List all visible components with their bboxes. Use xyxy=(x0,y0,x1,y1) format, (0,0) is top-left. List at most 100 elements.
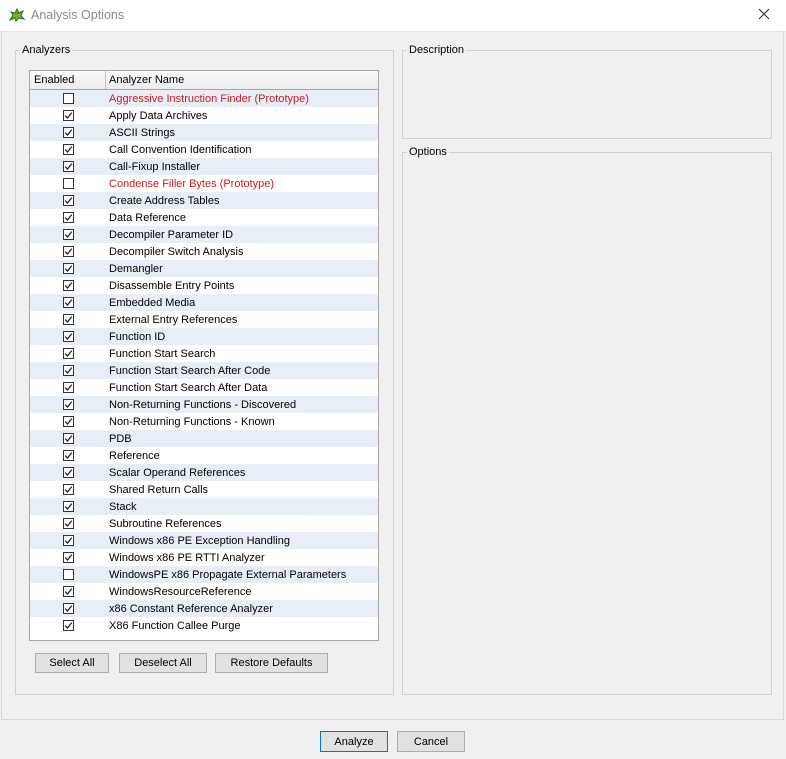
analyzer-name-column-header[interactable]: Analyzer Name xyxy=(106,71,378,89)
table-row[interactable]: ASCII Strings xyxy=(30,124,378,141)
table-row[interactable]: Function Start Search xyxy=(30,345,378,362)
table-row[interactable]: Subroutine References xyxy=(30,515,378,532)
enabled-checkbox[interactable] xyxy=(62,314,74,325)
close-button[interactable] xyxy=(742,0,786,31)
table-row[interactable]: WindowsResourceReference xyxy=(30,583,378,600)
analyzers-table: Enabled Analyzer Name Aggressive Instruc… xyxy=(29,70,379,641)
restore-defaults-button[interactable]: Restore Defaults xyxy=(215,653,328,673)
enabled-cell xyxy=(30,569,106,580)
checkmark-icon xyxy=(64,265,72,272)
enabled-checkbox[interactable] xyxy=(62,535,74,546)
checkmark-icon xyxy=(64,248,72,255)
table-row[interactable]: Function Start Search After Code xyxy=(30,362,378,379)
deselect-all-button[interactable]: Deselect All xyxy=(119,653,207,673)
table-row[interactable]: Function Start Search After Data xyxy=(30,379,378,396)
table-row[interactable]: Call Convention Identification xyxy=(30,141,378,158)
enabled-checkbox[interactable] xyxy=(62,586,74,597)
checkmark-icon xyxy=(64,605,72,612)
enabled-checkbox[interactable] xyxy=(62,246,74,257)
table-row[interactable]: Decompiler Switch Analysis xyxy=(30,243,378,260)
enabled-checkbox[interactable] xyxy=(62,467,74,478)
enabled-checkbox[interactable] xyxy=(62,229,74,240)
table-row[interactable]: Reference xyxy=(30,447,378,464)
enabled-checkbox[interactable] xyxy=(62,161,74,172)
enabled-checkbox[interactable] xyxy=(62,212,74,223)
cancel-label: Cancel xyxy=(413,735,449,748)
enabled-column-header[interactable]: Enabled xyxy=(30,71,106,89)
enabled-checkbox[interactable] xyxy=(62,433,74,444)
enabled-checkbox[interactable] xyxy=(62,93,74,104)
analyzer-name: Demangler xyxy=(109,262,163,275)
select-all-button[interactable]: Select All xyxy=(35,653,109,673)
checkmark-icon xyxy=(64,214,72,221)
analyzer-name: Non-Returning Functions - Discovered xyxy=(109,398,297,411)
table-row[interactable]: Demangler xyxy=(30,260,378,277)
options-group: Options xyxy=(402,146,772,695)
table-row[interactable]: Non-Returning Functions - Discovered xyxy=(30,396,378,413)
analyze-button[interactable]: Analyze xyxy=(320,731,388,752)
enabled-checkbox[interactable] xyxy=(62,484,74,495)
table-row[interactable]: Function ID xyxy=(30,328,378,345)
table-row[interactable]: External Entry References xyxy=(30,311,378,328)
table-row[interactable]: X86 Function Callee Purge xyxy=(30,617,378,634)
enabled-checkbox[interactable] xyxy=(62,144,74,155)
analyzer-name: Shared Return Calls xyxy=(109,483,209,496)
enabled-checkbox[interactable] xyxy=(62,331,74,342)
enabled-cell xyxy=(30,450,106,461)
analyzer-name: Windows x86 PE Exception Handling xyxy=(109,534,290,547)
table-row[interactable]: Decompiler Parameter ID xyxy=(30,226,378,243)
cancel-button[interactable]: Cancel xyxy=(397,731,465,752)
table-row[interactable]: Non-Returning Functions - Known xyxy=(30,413,378,430)
enabled-checkbox[interactable] xyxy=(62,110,74,121)
enabled-checkbox[interactable] xyxy=(62,501,74,512)
checkmark-icon xyxy=(64,163,72,170)
enabled-checkbox[interactable] xyxy=(62,280,74,291)
table-row[interactable]: Disassemble Entry Points xyxy=(30,277,378,294)
table-row[interactable]: Windows x86 PE RTTI Analyzer xyxy=(30,549,378,566)
checkmark-icon xyxy=(64,418,72,425)
analyzer-name: Function ID xyxy=(109,330,166,343)
enabled-checkbox[interactable] xyxy=(62,195,74,206)
table-row[interactable]: Call-Fixup Installer xyxy=(30,158,378,175)
enabled-checkbox[interactable] xyxy=(62,518,74,529)
enabled-checkbox[interactable] xyxy=(62,450,74,461)
table-row[interactable]: Data Reference xyxy=(30,209,378,226)
table-row[interactable]: Create Address Tables xyxy=(30,192,378,209)
enabled-checkbox[interactable] xyxy=(62,620,74,631)
enabled-checkbox[interactable] xyxy=(62,416,74,427)
enabled-checkbox[interactable] xyxy=(62,603,74,614)
enabled-checkbox[interactable] xyxy=(62,127,74,138)
enabled-checkbox[interactable] xyxy=(62,297,74,308)
analyzer-name: WindowsPE x86 Propagate External Paramet… xyxy=(109,568,347,581)
enabled-checkbox[interactable] xyxy=(62,348,74,359)
table-row[interactable]: Embedded Media xyxy=(30,294,378,311)
enabled-cell xyxy=(30,110,106,121)
enabled-cell xyxy=(30,484,106,495)
table-row[interactable]: PDB xyxy=(30,430,378,447)
enabled-cell xyxy=(30,620,106,631)
enabled-cell xyxy=(30,365,106,376)
enabled-cell xyxy=(30,586,106,597)
checkmark-icon xyxy=(64,537,72,544)
table-row[interactable]: Windows x86 PE Exception Handling xyxy=(30,532,378,549)
table-row[interactable]: WindowsPE x86 Propagate External Paramet… xyxy=(30,566,378,583)
enabled-checkbox[interactable] xyxy=(62,399,74,410)
checkmark-icon xyxy=(64,146,72,153)
table-row[interactable]: Apply Data Archives xyxy=(30,107,378,124)
enabled-checkbox[interactable] xyxy=(62,263,74,274)
enabled-checkbox[interactable] xyxy=(62,552,74,563)
enabled-checkbox[interactable] xyxy=(62,382,74,393)
enabled-checkbox[interactable] xyxy=(62,178,74,189)
window-title: Analysis Options xyxy=(31,8,125,22)
table-row[interactable]: Aggressive Instruction Finder (Prototype… xyxy=(30,90,378,107)
enabled-checkbox[interactable] xyxy=(62,365,74,376)
table-row[interactable]: Condense Filler Bytes (Prototype) xyxy=(30,175,378,192)
analyzer-name: Call Convention Identification xyxy=(109,143,252,156)
checkmark-icon xyxy=(64,401,72,408)
table-row[interactable]: x86 Constant Reference Analyzer xyxy=(30,600,378,617)
table-row[interactable]: Shared Return Calls xyxy=(30,481,378,498)
table-row[interactable]: Scalar Operand References xyxy=(30,464,378,481)
checkmark-icon xyxy=(64,520,72,527)
table-row[interactable]: Stack xyxy=(30,498,378,515)
enabled-checkbox[interactable] xyxy=(62,569,74,580)
